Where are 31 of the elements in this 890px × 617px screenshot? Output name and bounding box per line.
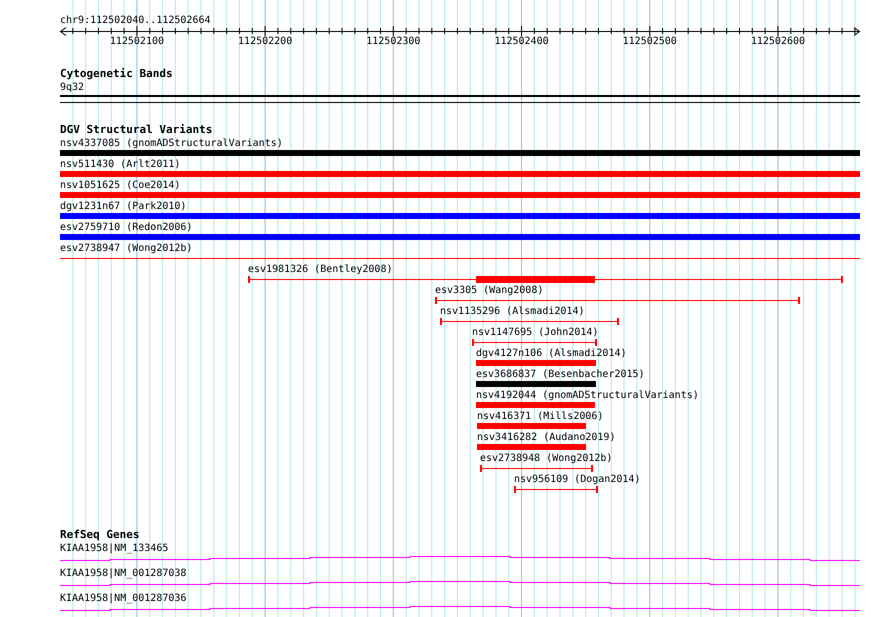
feature-label: esv2738948 (Wong2012b) <box>480 453 612 464</box>
feature-label: dgv1231n67 (Park2010) <box>60 201 186 212</box>
ruler-title: chr9:112502040..112502664 <box>60 15 211 26</box>
track-title: DGV Structural Variants <box>60 123 212 136</box>
tick-label: 112502500 <box>622 36 677 47</box>
feature-label: esv1981326 (Bentley2008) <box>248 264 392 275</box>
tick-label: 112502100 <box>110 36 164 47</box>
band-label: 9q32 <box>60 82 84 93</box>
feature-label: dgv4127n106 (Alsmadi2014) <box>476 348 627 359</box>
feature-label: esv3686837 (Besenbacher2015) <box>476 369 645 380</box>
feature-label: esv2759710 (Redon2006) <box>60 222 192 233</box>
feature-label: esv3305 (Wang2008) <box>435 285 544 296</box>
feature-label: nsv3416282 (Audano2019) <box>477 432 616 443</box>
feature-label: KIAA1958|NM_001287038 <box>60 568 186 579</box>
feature-label: nsv956109 (Dogan2014) <box>514 474 640 485</box>
feature-label: nsv1135296 (Alsmadi2014) <box>440 306 584 317</box>
track-title: Cytogenetic Bands <box>60 67 173 80</box>
tick-label: 112502600 <box>750 36 806 47</box>
feature-label: nsv416371 (Mills2006) <box>477 411 604 422</box>
feature-label: nsv1051625 (Coe2014) <box>60 180 180 191</box>
track-title: RefSeq Genes <box>60 528 140 541</box>
feature-label: nsv4337085 (gnomADStructuralVariants) <box>60 138 283 149</box>
feature-label: nsv511430 (Arlt2011) <box>60 159 180 170</box>
feature-label: KIAA1958|NM_001287036 <box>60 593 186 604</box>
tick-label: 112502400 <box>494 36 549 47</box>
tick-label: 112502200 <box>238 36 292 47</box>
feature-label: nsv1147695 (John2014) <box>472 327 598 338</box>
feature-label: nsv4192044 (gnomADStructuralVariants) <box>476 390 699 401</box>
feature-label: KIAA1958|NM_133465 <box>60 543 168 554</box>
tick-label: 112502300 <box>366 36 420 47</box>
feature-label: esv2738947 (Wong2012b) <box>60 243 192 254</box>
